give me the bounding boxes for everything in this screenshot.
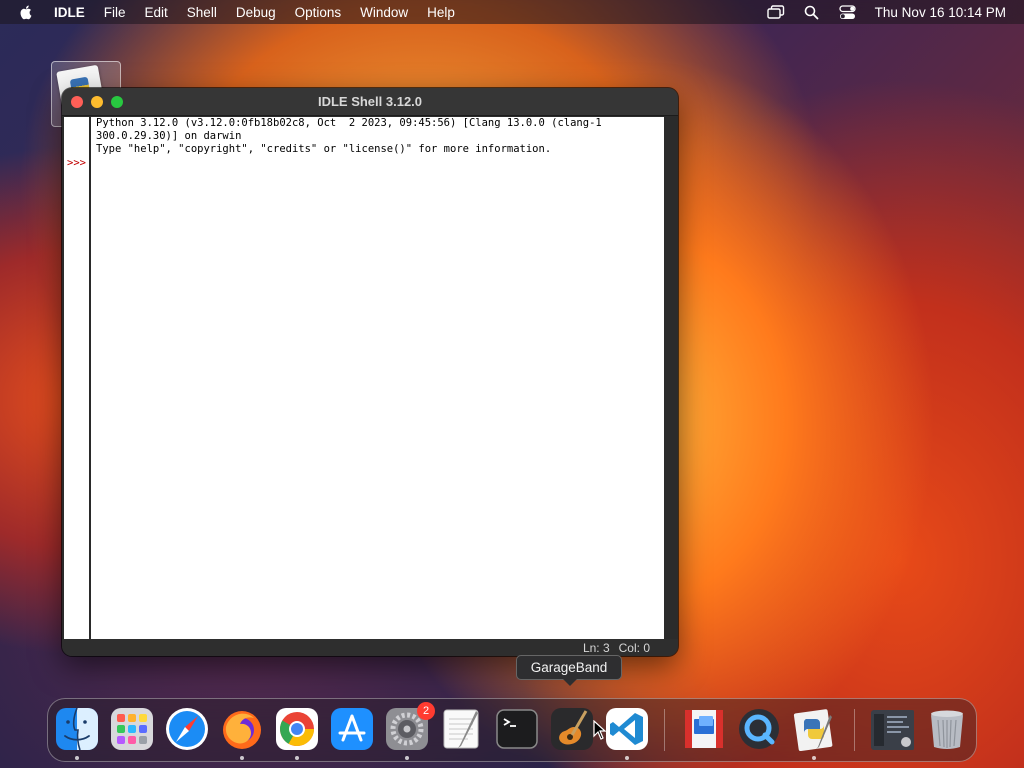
dock-remote-desktop[interactable] [682,707,726,751]
dock-launchpad[interactable] [110,707,154,751]
menu-shell[interactable]: Shell [187,5,217,20]
menu-app-name[interactable]: IDLE [54,5,85,20]
safari-icon [166,708,208,750]
dock-separator [664,709,665,751]
window-thumbnail-icon [871,710,914,750]
dock-textedit[interactable] [440,707,484,751]
zoom-button[interactable] [111,95,123,108]
app-store-icon [331,708,373,750]
firefox-icon [223,711,261,749]
output-line: 300.0.29.30)] on darwin [96,130,242,142]
dock-terminal[interactable] [495,707,539,751]
idle-shell-window: IDLE Shell 3.12.0 >>> Python 3.12.0 (v3.… [62,88,678,656]
dock-safari[interactable] [165,707,209,751]
dock-system-settings[interactable]: 2 [385,702,435,760]
garageband-icon [551,708,593,750]
dock-chrome[interactable] [275,707,319,760]
menu-window[interactable]: Window [360,5,408,20]
notification-badge: 2 [417,702,435,720]
mouse-pointer-icon [593,720,607,740]
quicktime-icon [739,709,779,749]
column-number-status: Col: 0 [618,640,650,655]
vscode-icon [606,708,648,750]
menu-debug[interactable]: Debug [236,5,276,20]
minimize-button[interactable] [91,95,103,108]
textedit-icon [443,709,479,749]
dock-python-launcher[interactable] [792,707,836,760]
output-line: Type "help", "copyright", "credits" or "… [96,143,552,155]
running-indicator [295,756,299,760]
running-indicator [625,756,629,760]
status-bar: Ln: 3 Col: 0 [62,639,678,656]
running-indicator [405,756,409,760]
running-indicator [240,756,244,760]
apple-logo-icon[interactable] [18,4,34,20]
window-titlebar[interactable]: IDLE Shell 3.12.0 [62,88,678,116]
prompt-gutter: >>> [64,117,91,639]
dock-garageband[interactable] [550,707,594,751]
dock-tooltip: GarageBand [516,655,622,686]
dock-finder[interactable] [55,707,99,760]
chrome-icon [276,708,318,750]
dock-quicktime[interactable] [737,707,781,751]
window-title: IDLE Shell 3.12.0 [317,94,423,109]
dock-separator [854,709,855,751]
dock-vscode[interactable] [605,707,649,760]
control-center-icon[interactable] [839,4,857,20]
dock-app-store[interactable] [330,707,374,751]
screen-mirroring-icon[interactable] [766,4,785,20]
line-number-status: Ln: 3 [582,640,610,655]
dock-trash[interactable] [925,707,969,751]
remote-desktop-icon [685,710,723,748]
menu-file[interactable]: File [104,5,126,20]
running-indicator [75,756,79,760]
shell-output[interactable]: Python 3.12.0 (v3.12.0:0fb18b02c8, Oct 2… [91,117,664,639]
shell-editor[interactable]: >>> Python 3.12.0 (v3.12.0:0fb18b02c8, O… [64,117,664,639]
window-controls [71,95,123,108]
dock: 2 [47,698,977,762]
output-line: Python 3.12.0 (v3.12.0:0fb18b02c8, Oct 2… [96,117,602,129]
finder-icon [56,707,98,751]
vertical-scrollbar[interactable] [664,117,678,639]
menu-bar: IDLE File Edit Shell Debug Options Windo… [0,0,1024,24]
launchpad-icon [111,708,153,750]
dock-firefox[interactable] [220,707,264,760]
close-button[interactable] [71,95,83,108]
menu-options[interactable]: Options [295,5,342,20]
menu-help[interactable]: Help [427,5,455,20]
spotlight-search-icon[interactable] [803,4,821,20]
shell-prompt: >>> [67,157,86,169]
menu-edit[interactable]: Edit [145,5,168,20]
trash-icon [931,710,963,749]
python-launcher-icon [793,709,833,751]
menu-bar-clock[interactable]: Thu Nov 16 10:14 PM [875,5,1006,20]
terminal-icon [496,709,538,749]
dock-minimized-window[interactable] [870,707,914,751]
running-indicator [812,756,816,760]
